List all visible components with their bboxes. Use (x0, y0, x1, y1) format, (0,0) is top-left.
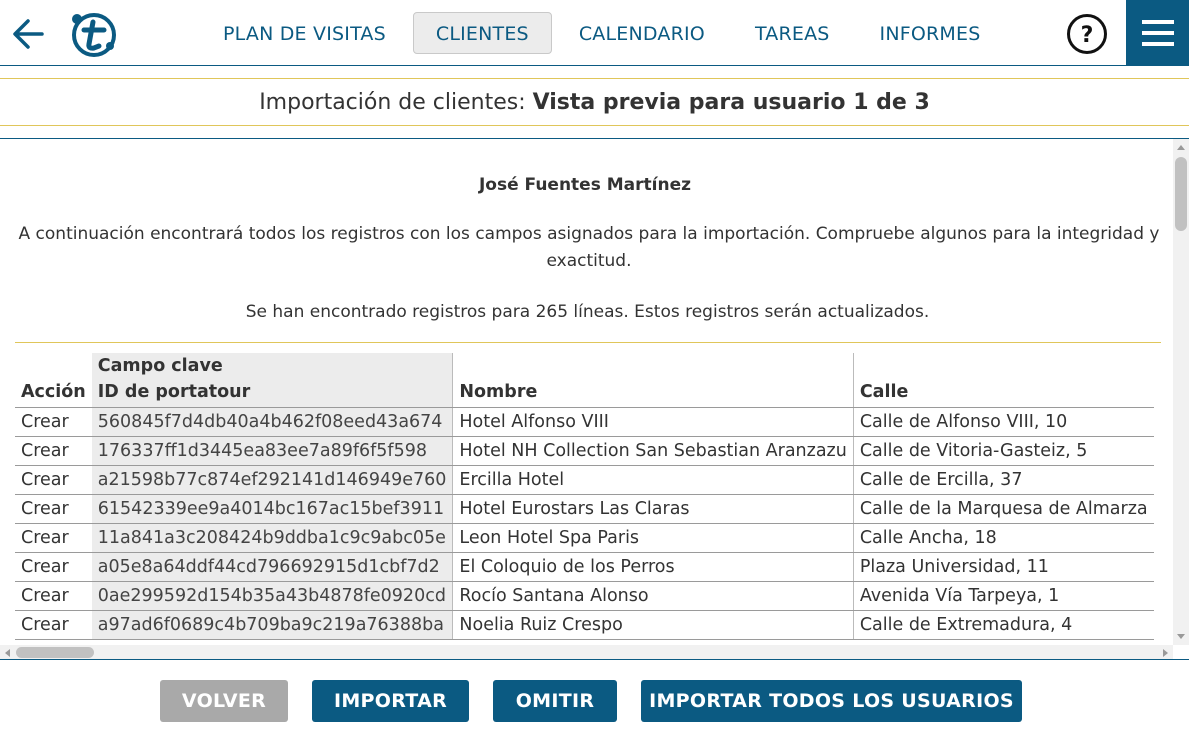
vertical-scrollbar[interactable] (1173, 139, 1189, 645)
preview-table-container: Acción Campo clave ID de portatour Nombr… (15, 353, 1173, 643)
page-title: Importación de clientes: Vista previa pa… (0, 78, 1189, 126)
cell-accion: Crear (15, 465, 92, 495)
importar-button[interactable]: IMPORTAR (312, 680, 469, 722)
scroll-left-icon[interactable] (5, 649, 10, 657)
cell-calle: Plaza Universidad, 11 (853, 552, 1154, 582)
cell-calle: Calle de Extremadura, 4 (853, 610, 1154, 640)
cell-accion: Crear (15, 436, 92, 466)
cell-calle: Calle de la Marquesa de Almarza (853, 494, 1154, 524)
cell-key: a97ad6f0689c4b709ba9c219a76388ba (91, 610, 454, 640)
cell-accion: Crear (15, 523, 92, 553)
header-calle: Calle (853, 353, 1154, 408)
cell-accion: Crear (15, 407, 92, 437)
preview-table: Acción Campo clave ID de portatour Nombr… (15, 353, 1154, 640)
svg-text:?: ? (1081, 23, 1094, 48)
cell-calle: Calle de Vitoria-Gasteiz, 5 (853, 436, 1154, 466)
table-row: Crear 560845f7d4db40a4b462f08eed43a674 H… (15, 407, 1154, 437)
nav-tareas[interactable]: TAREAS (732, 12, 853, 54)
cell-nombre: Rocío Santana Alonso (452, 581, 854, 611)
header-key-label: ID de portatour (97, 382, 251, 402)
cell-key: 61542339ee9a4014bc167ac15bef3911 (91, 494, 454, 524)
table-row: Crear a97ad6f0689c4b709ba9c219a76388ba N… (15, 610, 1154, 640)
nav-plan-de-visitas[interactable]: PLAN DE VISITAS (200, 12, 409, 54)
cell-key: 11a841a3c208424b9ddba1c9c9abc05e (91, 523, 454, 553)
table-row: Crear 0ae299592d154b35a43b4878fe0920cd R… (15, 581, 1154, 611)
table-row: Crear 11a841a3c208424b9ddba1c9c9abc05e L… (15, 523, 1154, 553)
cell-key: 560845f7d4db40a4b462f08eed43a674 (91, 407, 454, 437)
cell-nombre: Hotel Alfonso VIII (452, 407, 854, 437)
cell-nombre: Ercilla Hotel (452, 465, 854, 495)
cell-key: a21598b77c874ef292141d146949e760 (91, 465, 454, 495)
table-row: Crear 176337ff1d3445ea83ee7a89f6f5f598 H… (15, 436, 1154, 466)
horizontal-scroll-thumb[interactable] (16, 647, 94, 658)
cell-nombre: Hotel Eurostars Las Claras (452, 494, 854, 524)
page-title-bold: Vista previa para usuario 1 de 3 (532, 90, 930, 115)
table-header-row: Acción Campo clave ID de portatour Nombr… (15, 353, 1154, 408)
scroll-up-icon[interactable] (1177, 145, 1185, 150)
nav-informes[interactable]: INFORMES (857, 12, 1004, 54)
records-found-text: Se han encontrado registros para 265 lín… (245, 302, 930, 322)
table-row: Crear 61542339ee9a4014bc167ac15bef3911 H… (15, 494, 1154, 524)
top-bar: PLAN DE VISITAS CLIENTES CALENDARIO TARE… (0, 0, 1189, 66)
horizontal-scrollbar[interactable] (0, 645, 1173, 659)
nav-clientes[interactable]: CLIENTES (412, 12, 552, 54)
main-nav: PLAN DE VISITAS CLIENTES CALENDARIO TARE… (200, 12, 1008, 54)
header-nombre: Nombre (452, 353, 854, 408)
divider (15, 342, 1161, 343)
hamburger-menu-icon[interactable] (1126, 0, 1189, 66)
portatour-logo[interactable] (68, 10, 120, 58)
cell-accion: Crear (15, 552, 92, 582)
cell-accion: Crear (15, 610, 92, 640)
back-arrow-icon[interactable] (8, 14, 50, 54)
importar-todos-button[interactable]: IMPORTAR TODOS LOS USUARIOS (641, 680, 1022, 722)
volver-button[interactable]: VOLVER (160, 680, 288, 722)
scroll-down-icon[interactable] (1177, 634, 1185, 639)
table-row: Crear a05e8a64ddf44cd796692915d1cbf7d2 E… (15, 552, 1154, 582)
cell-key: 0ae299592d154b35a43b4878fe0920cd (91, 581, 454, 611)
intro-text: A continuación encontrará todos los regi… (18, 224, 1160, 271)
table-row: Crear a21598b77c874ef292141d146949e760 E… (15, 465, 1154, 495)
cell-calle: Calle Ancha, 18 (853, 523, 1154, 553)
cell-calle: Avenida Vía Tarpeya, 1 (853, 581, 1154, 611)
preview-panel: José Fuentes Martínez A continuación enc… (0, 138, 1189, 660)
header-key: Campo clave ID de portatour (91, 353, 454, 408)
header-accion: Acción (15, 353, 92, 408)
help-icon[interactable]: ? (1066, 13, 1108, 55)
user-name: José Fuentes Martínez (478, 175, 692, 195)
cell-calle: Calle de Ercilla, 37 (853, 465, 1154, 495)
scroll-right-icon[interactable] (1163, 649, 1168, 657)
vertical-scroll-thumb[interactable] (1175, 157, 1187, 231)
cell-accion: Crear (15, 494, 92, 524)
header-key-group: Campo clave (97, 356, 223, 376)
cell-accion: Crear (15, 581, 92, 611)
cell-key: a05e8a64ddf44cd796692915d1cbf7d2 (91, 552, 454, 582)
cell-nombre: El Coloquio de los Perros (452, 552, 854, 582)
cell-nombre: Leon Hotel Spa Paris (452, 523, 854, 553)
page-title-prefix: Importación de clientes: (259, 90, 533, 115)
cell-nombre: Hotel NH Collection San Sebastian Aranza… (452, 436, 854, 466)
cell-key: 176337ff1d3445ea83ee7a89f6f5f598 (91, 436, 454, 466)
cell-nombre: Noelia Ruiz Crespo (452, 610, 854, 640)
cell-calle: Calle de Alfonso VIII, 10 (853, 407, 1154, 437)
nav-calendario[interactable]: CALENDARIO (556, 12, 728, 54)
omitir-button[interactable]: OMITIR (493, 680, 617, 722)
